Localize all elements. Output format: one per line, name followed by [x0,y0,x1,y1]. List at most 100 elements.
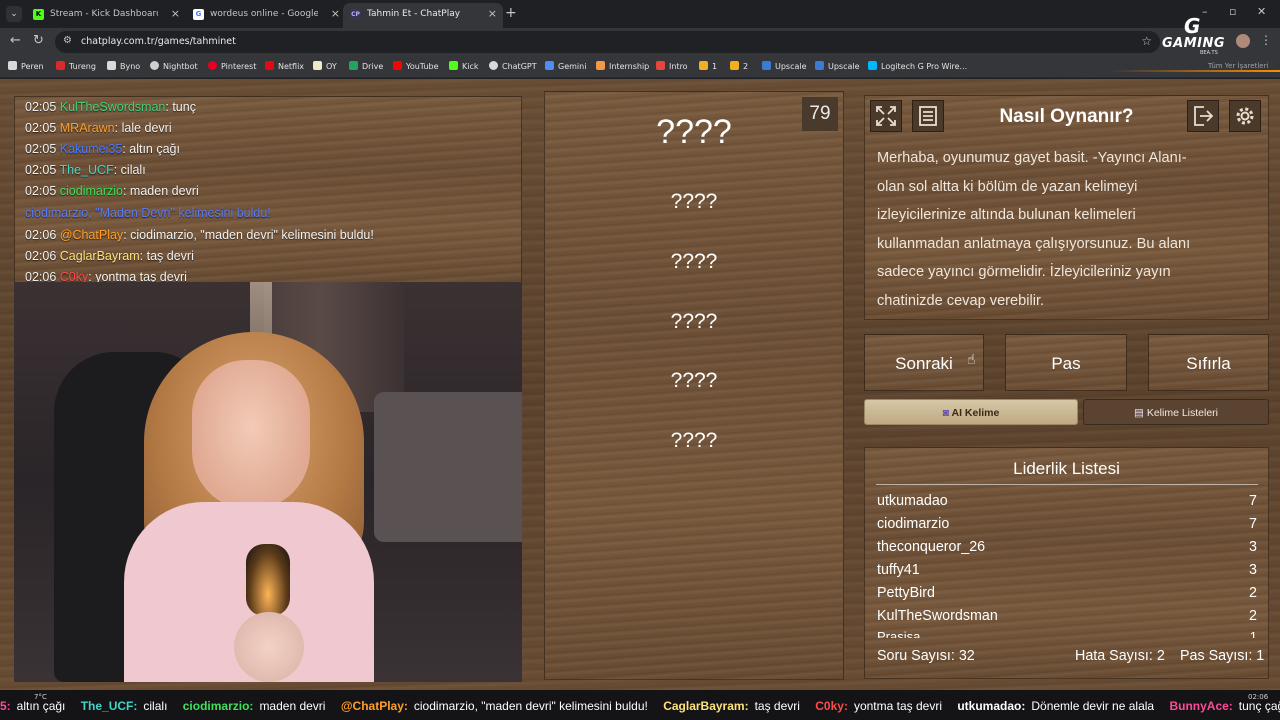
bookmark-item[interactable]: Tureng [56,61,96,71]
new-tab-button[interactable]: + [505,5,517,21]
close-icon[interactable]: × [488,7,497,20]
webcam-person-face [192,360,310,510]
link-icon [730,61,739,70]
player-score: 3 [1249,539,1257,555]
ai-word-button[interactable]: ◙ AI Kelime [864,399,1078,425]
address-bar[interactable]: ⚙ chatplay.com.tr/games/tahminet ☆ [55,31,1160,53]
logo-text: GAMING [1162,36,1226,51]
ticker-text: cilalı [143,699,168,713]
forbidden-word-hidden: ???? [670,369,718,392]
player-name: ciodimarzio [877,516,950,532]
chat-message: 02:06 CaglarBayram: taş devri [25,249,194,263]
bookmark-item[interactable]: Netflix [265,61,304,71]
leaderboard-overflow: Prasisa 1 [864,629,1269,638]
site-info-icon[interactable]: ⚙ [63,35,72,46]
reset-button[interactable]: Sıfırla [1148,334,1269,391]
bookmark-item[interactable]: Byno [107,61,140,71]
forbidden-word-hidden: ???? [670,429,718,452]
byno-icon [107,61,116,70]
settings-button[interactable] [1229,100,1261,132]
chat-message: 02:05 ciodimarzio: maden devri [25,184,199,198]
word-lists-button[interactable]: ▤ Kelime Listeleri [1083,399,1269,425]
how-to-play-line: chatinizde cevap verebilir. [877,292,1045,309]
player-name: utkumadao [877,493,948,509]
chat-ticker: 5: altın çağı The_UCF: cilalı ciodimarzio:… [0,690,1280,720]
bookmark-label: Kick [462,62,479,71]
next-button[interactable]: Sonraki [864,334,984,391]
menu-dots-icon[interactable]: ⋮ [1260,33,1272,47]
bookmark-item[interactable]: Peren [8,61,44,71]
how-to-play-text: Merhaba, oyunumuz gayet basit. -Yayıncı … [877,144,1259,315]
chat-message: 02:06 @ChatPlay: ciodimarzio, "maden dev… [25,228,374,242]
back-arrow-icon[interactable]: ← [10,33,21,48]
bookmark-item[interactable]: Upscale [815,61,860,71]
bookmark-star-icon[interactable]: ☆ [1141,34,1152,48]
bookmark-item[interactable]: 2 [730,61,748,71]
list-icon: ▤ [1133,407,1144,419]
netflix-icon [265,61,274,70]
maximize-icon[interactable]: ▫ [1229,5,1236,18]
tab-chatplay[interactable]: CP Tahmin Et - ChatPlay × [343,3,503,28]
bookmark-label: Peren [21,62,44,71]
error-count: Hata Sayısı: 2 [1075,648,1165,664]
tab-search-icon[interactable]: ⌄ [6,6,22,22]
kick-icon [449,61,458,70]
gemini-icon [545,61,554,70]
bookmark-label: Intro [669,62,688,71]
reload-icon[interactable]: ↻ [33,33,44,48]
bookmarks-bar: Peren Tureng Byno Nightbot Pinterest Net… [0,56,1280,78]
forbidden-word-hidden: ???? [670,250,718,273]
bookmark-label: Gemini [558,62,587,71]
bookmark-label: Pinterest [221,62,257,71]
player-score: 7 [1249,516,1257,532]
close-window-icon[interactable]: ✕ [1257,5,1266,18]
close-icon[interactable]: × [331,7,340,20]
ticker-text: altın çağı [16,699,66,713]
word-lists-label: Kelime Listeleri [1146,407,1219,419]
ticker-text: tunç çağı deniyor ya [1238,699,1280,713]
bookmark-item[interactable]: ChatGPT [489,61,537,71]
player-name: theconqueror_26 [877,539,986,555]
all-bookmarks[interactable]: Tüm Yer İşaretleri [1208,62,1268,70]
tab-google-search[interactable]: G wordeus online - Google'da Ara × [186,3,346,28]
bookmark-item[interactable]: Pinterest [208,61,256,71]
pinterest-icon [208,61,217,70]
kick-icon: K [33,9,44,20]
profile-avatar[interactable] [1236,34,1250,48]
player-score: 3 [1249,562,1257,578]
bookmark-item[interactable]: YouTube [393,61,439,71]
tab-label: Stream - Kick Dashboard [50,9,158,19]
bookmark-label: Netflix [278,62,305,71]
bookmark-label: Internship [609,62,650,71]
ai-robot-icon: ◙ [942,407,949,419]
gear-icon [1236,107,1254,125]
pass-button[interactable]: Pas [1005,334,1127,391]
bookmark-label: 1 [712,62,718,71]
how-to-play-line: izleyicilerinize altında bulunan kelimel… [877,207,1136,223]
tab-kick-dashboard[interactable]: K Stream - Kick Dashboard × [26,3,186,28]
bookmark-item[interactable]: 1 [699,61,717,71]
bookmark-item[interactable]: Internship [596,61,649,71]
bookmark-label: ChatGPT [502,62,537,71]
bookmark-item[interactable]: Kick [449,61,479,71]
how-to-play-line: sadece yayıncı görmelidir. İzleyicilerin… [877,264,1171,280]
internship-icon [596,61,605,70]
gaming-logo: G GAMING BEA.TS [1162,14,1230,56]
tab-label: Tahmin Et - ChatPlay [367,9,461,19]
link-icon [699,61,708,70]
leaderboard-row: KulTheSwordsman 2 [877,608,1257,624]
exit-button[interactable] [1187,100,1219,132]
bookmark-item[interactable]: Intro [656,61,688,71]
question-count: Soru Sayısı: 32 [877,648,975,664]
close-icon[interactable]: × [171,7,180,20]
bookmark-item[interactable]: Drive [349,61,383,71]
bookmark-item[interactable]: Gemini [545,61,586,71]
bookmark-item[interactable]: Upscale [762,61,807,71]
bookmark-item[interactable]: OY [313,61,337,71]
bookmark-item[interactable]: Nightbot [150,61,198,71]
bookmark-item[interactable]: Logitech G Pro Wire... [868,61,967,71]
player-name: PettyBird [877,585,936,601]
chat-message: 02:05 The_UCF: cilalı [25,163,146,177]
chat-message: 02:05 KulTheSwordsman: tunç [25,100,196,114]
leaderboard-row: tuffy41 3 [877,562,1257,578]
